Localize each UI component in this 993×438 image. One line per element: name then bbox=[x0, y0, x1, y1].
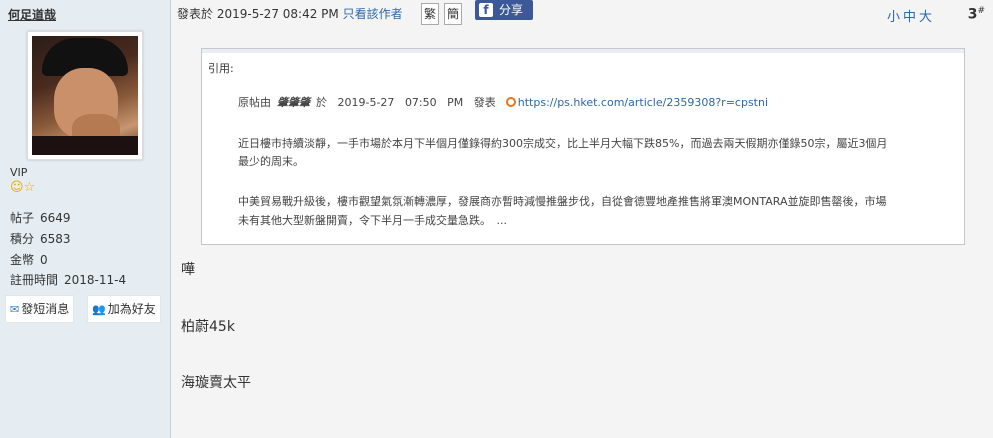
post-message-line: 海璇賣太平 bbox=[181, 375, 251, 391]
stat-label: 金幣 bbox=[10, 253, 35, 267]
quote-at: 於 bbox=[316, 96, 327, 109]
posted-prefix: 發表於 bbox=[177, 7, 214, 21]
send-message-label: 發短消息 bbox=[21, 302, 70, 316]
stat-label: 帖子 bbox=[10, 211, 35, 225]
post-message-line: 柏蔚45k bbox=[181, 319, 235, 335]
traditional-button[interactable]: 繁 bbox=[421, 3, 439, 25]
quote-source: 原帖由 肇肇肇於 2019-5-27 07:50 PM 發表 https://ps.… bbox=[238, 94, 948, 112]
quote-source-prefix: 原帖由 bbox=[238, 96, 271, 109]
post-info: 發表於 2019-5-27 08:42 PM 只看該作者 bbox=[177, 5, 403, 22]
quote-ampm: PM bbox=[447, 96, 464, 109]
share-label: 分享 bbox=[499, 3, 524, 17]
users-icon: 👥 bbox=[92, 303, 106, 316]
facebook-share-button[interactable]: f 分享 bbox=[475, 0, 533, 20]
quote-header: 引用: bbox=[208, 62, 234, 75]
user-sidebar: 何足道哉 VIP ☺☆ 帖子 6649 積分 6583 金幣 0 註冊時間 2018-1… bbox=[0, 0, 171, 438]
envelope-icon: ✉ bbox=[10, 303, 20, 316]
stat-value: 6583 bbox=[40, 232, 71, 246]
stat-value: 0 bbox=[40, 253, 48, 267]
link-icon bbox=[505, 97, 516, 107]
stat-value: 2018-11-4 bbox=[64, 273, 127, 287]
quote-author: 肇肇肇 bbox=[277, 96, 310, 109]
stat-label: 註冊時間 bbox=[10, 273, 59, 287]
user-rank: VIP bbox=[10, 166, 28, 179]
stat-registered: 註冊時間 2018-11-4 bbox=[10, 271, 126, 288]
post-content-area: 發表於 2019-5-27 08:42 PM 只看該作者 繁 簡 f 分享 小中大… bbox=[171, 0, 993, 438]
only-author-link[interactable]: 只看該作者 bbox=[343, 7, 403, 21]
quote-para1-line2: 最少的周末。 bbox=[238, 155, 304, 168]
stat-points: 積分 6583 bbox=[10, 230, 71, 247]
stat-label: 積分 bbox=[10, 232, 35, 246]
quote-para2-line2: 未有其他大型新盤開賣，令下半月一手成交量急跌。 ... bbox=[238, 214, 507, 227]
rank-badges-icon: ☺☆ bbox=[10, 180, 36, 195]
floor-number: 3# bbox=[968, 6, 985, 23]
avatar-image bbox=[32, 36, 138, 155]
simplified-button[interactable]: 簡 bbox=[444, 3, 462, 25]
add-friend-label: 加為好友 bbox=[107, 302, 156, 316]
floor-suffix: # bbox=[977, 6, 985, 16]
posted-time: 2019-5-27 08:42 PM bbox=[216, 7, 339, 21]
facebook-icon: f bbox=[479, 3, 493, 17]
quote-para1-line1: 近日樓市持續淡靜，一手市場於本月下半個月僅錄得約300宗成交，比上半月大幅下跌8… bbox=[238, 137, 888, 150]
send-message-button[interactable]: ✉ 發短消息 bbox=[5, 295, 75, 323]
post-message-line: 嘩 bbox=[181, 262, 195, 278]
avatar[interactable] bbox=[27, 31, 143, 160]
stat-value: 6649 bbox=[40, 211, 71, 225]
stat-posts: 帖子 6649 bbox=[10, 209, 71, 226]
quote-block: 引用: 原帖由 肇肇肇於 2019-5-27 07:50 PM 發表 https:/… bbox=[201, 48, 965, 245]
add-friend-button[interactable]: 👥 加為好友 bbox=[87, 295, 161, 323]
stat-coins: 金幣 0 bbox=[10, 251, 48, 268]
quote-topbar bbox=[202, 49, 964, 53]
floor-value: 3 bbox=[967, 6, 978, 23]
username-link[interactable]: 何足道哉 bbox=[8, 6, 56, 23]
quote-para2-line1: 中美貿易戰升級後，樓市觀望氣氛漸轉濃厚，發展商亦暫時減慢推盤步伐，自從會德豐地產… bbox=[238, 195, 887, 208]
quote-date: 2019-5-27 bbox=[337, 96, 395, 109]
font-size-links[interactable]: 小中大 bbox=[887, 6, 935, 25]
quote-posted-label: 發表 bbox=[473, 96, 496, 109]
quote-time: 07:50 bbox=[404, 96, 437, 109]
quote-link[interactable]: https://ps.hket.com/article/2359308?r=cp… bbox=[518, 96, 768, 109]
